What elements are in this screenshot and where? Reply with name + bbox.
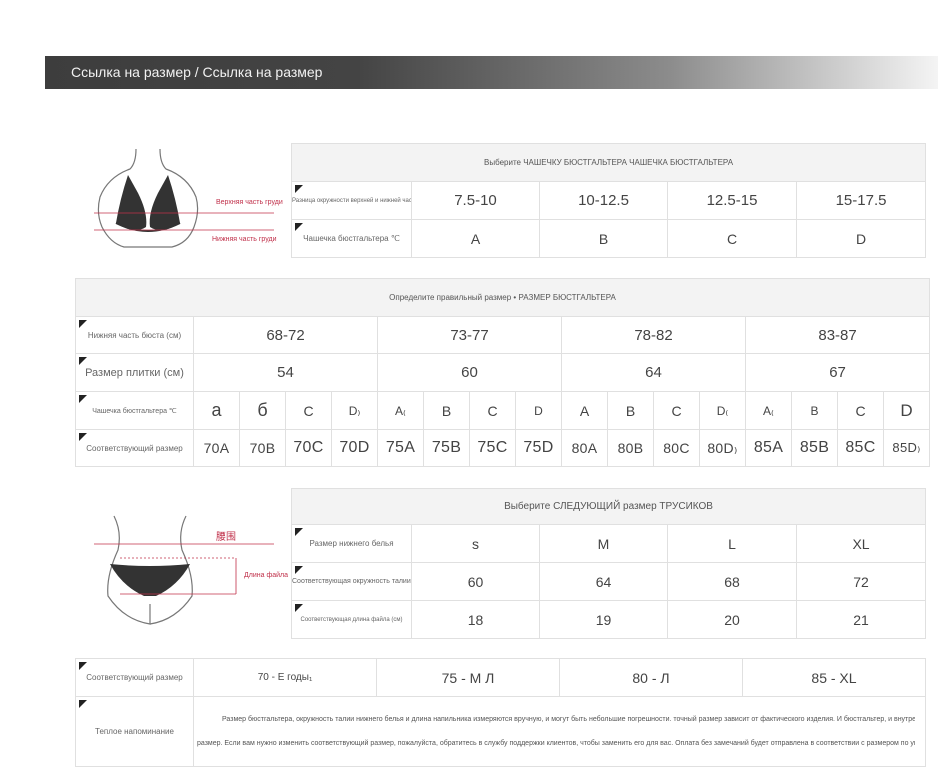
size-cell: 85A <box>745 429 792 467</box>
cup-cell: D₍ <box>699 391 746 430</box>
panty-table-title: Выберите СЛЕДУЮЩИЙ размер ТРУСИКОВ <box>291 488 926 525</box>
cup-cell: C <box>285 391 332 430</box>
length-cell: 19 <box>539 600 668 639</box>
underbust-cell: 83-87 <box>744 316 931 354</box>
waist-cell: 64 <box>539 562 668 601</box>
waist-figure: 腰围 Длина файла <box>94 512 288 627</box>
cup-cell: D <box>515 391 562 430</box>
lower-bust-label: Нижняя часть груди <box>212 236 277 243</box>
cup-cell: C <box>837 391 884 430</box>
size-cell: 75B <box>423 429 470 467</box>
size-cell: 75C <box>469 429 516 467</box>
panty-size-cell: XL <box>796 524 926 563</box>
cup-letter-cell: C <box>667 219 797 258</box>
size-cell: 85D₎ <box>882 429 931 467</box>
cup-cell: C <box>653 391 700 430</box>
cup-cell: A₍ <box>377 391 424 430</box>
underbust-cell: 78-82 <box>561 316 746 354</box>
cup-cell: B <box>423 391 470 430</box>
bra-table-title: Определите правильный размер • РАЗМЕР БЮ… <box>74 278 931 317</box>
file-length-label: Длина файла <box>244 572 288 579</box>
panty-size-label: Размер нижнего белья <box>291 524 412 563</box>
size-cell: 70A <box>193 429 240 467</box>
cup-cell: A <box>561 391 608 430</box>
size-cell: 80A <box>561 429 608 467</box>
size-cell: 80B <box>607 429 654 467</box>
match-cell: 75 - М Л <box>376 658 560 697</box>
panty-table: Выберите СЛЕДУЮЩИЙ размер ТРУСИКОВ Разме… <box>291 488 926 639</box>
cup-cell: б <box>239 391 286 430</box>
panty-size-cell: M <box>539 524 668 563</box>
panty-size-cell: L <box>667 524 797 563</box>
waist-row-label: Соответствующая окружность талии (см) <box>291 562 412 601</box>
size-cell: 85B <box>791 429 838 467</box>
length-cell: 20 <box>667 600 797 639</box>
header-bar: Ссылка на размер / Ссылка на размер <box>45 56 938 89</box>
cup-letter-cell: D <box>795 219 927 258</box>
waist-cell: 60 <box>411 562 540 601</box>
cup-range-cell: 12.5-15 <box>667 181 797 220</box>
underbust-cell: 73-77 <box>377 316 562 354</box>
cup-cell: а <box>193 391 240 430</box>
band-label: Размер плитки (см) <box>75 353 194 392</box>
match-row-label: Соответствующий размер <box>75 658 194 697</box>
bust-figure: Верхняя часть груди Нижняя часть груди <box>94 143 283 263</box>
cup-letter-label: Чашечка бюстгальтера ℃ <box>291 219 412 258</box>
size-cell: 75D <box>515 429 562 467</box>
band-cell: 67 <box>744 353 931 392</box>
underbust-label: Нижняя часть бюста (см) <box>75 316 194 354</box>
cup-cell: B <box>791 391 838 430</box>
cup-letter-cell: A <box>411 219 540 258</box>
reminder-note-line-2: размер. Если вам нужно изменить соответс… <box>197 739 915 747</box>
size-row-label: Соответствующий размер <box>75 429 194 467</box>
size-cell: 85C <box>837 429 884 467</box>
match-cell: 80 - Л <box>559 658 743 697</box>
bra-size-table: Определите правильный размер • РАЗМЕР БЮ… <box>74 278 931 467</box>
cup-diff-label: Разница окружности верхней и нижней част… <box>291 181 412 220</box>
size-cell: 80D₎ <box>699 429 746 467</box>
match-cell: 70 - Е годы₁ <box>193 658 377 697</box>
cup-range-cell: 10-12.5 <box>539 181 668 220</box>
cup-row-label: Чашечка бюстгальтера ℃ <box>75 391 194 430</box>
size-cell: 75A <box>377 429 424 467</box>
waist-cell: 72 <box>796 562 926 601</box>
cup-cell: A₍ <box>745 391 792 430</box>
cup-cell: C <box>469 391 516 430</box>
size-cell: 70C <box>285 429 332 467</box>
match-cell: 85 - XL <box>742 658 926 697</box>
waist-label: 腰围 <box>216 532 236 543</box>
panty-size-cell: s <box>411 524 540 563</box>
length-row-label: Соответствующая длина файла (см) <box>291 600 412 639</box>
page-title: Ссылка на размер / Ссылка на размер <box>71 64 323 80</box>
reminder-note: Размер бюстгальтера, окружность талии ни… <box>193 696 926 767</box>
cup-table-title: Выберите ЧАШЕЧКУ БЮСТГАЛЬТЕРА ЧАШЕЧКА БЮ… <box>290 143 927 182</box>
reminder-note-line-1: Размер бюстгальтера, окружность талии ни… <box>222 715 915 723</box>
match-table: Соответствующий размер 70 - Е годы₁ 75 -… <box>75 658 926 767</box>
band-cell: 54 <box>193 353 378 392</box>
panty-mannequin-icon <box>94 515 274 625</box>
underbust-cell: 68-72 <box>193 316 378 354</box>
cup-range-cell: 15-17.5 <box>795 181 927 220</box>
cup-letter-cell: B <box>539 219 668 258</box>
band-cell: 60 <box>377 353 562 392</box>
band-cell: 64 <box>561 353 746 392</box>
length-cell: 21 <box>796 600 926 639</box>
cup-cell: D <box>882 391 931 430</box>
size-cell: 70B <box>239 429 286 467</box>
cup-cell: B <box>607 391 654 430</box>
cup-cell: D₎ <box>331 391 378 430</box>
waist-cell: 68 <box>667 562 797 601</box>
cup-range-cell: 7.5-10 <box>411 181 540 220</box>
cup-table: Выберите ЧАШЕЧКУ БЮСТГАЛЬТЕРА ЧАШЕЧКА БЮ… <box>290 143 927 258</box>
reminder-label: Теплое напоминание <box>75 696 194 767</box>
size-cell: 80C <box>653 429 700 467</box>
length-cell: 18 <box>411 600 540 639</box>
upper-bust-label: Верхняя часть груди <box>216 199 283 206</box>
size-cell: 70D <box>331 429 378 467</box>
